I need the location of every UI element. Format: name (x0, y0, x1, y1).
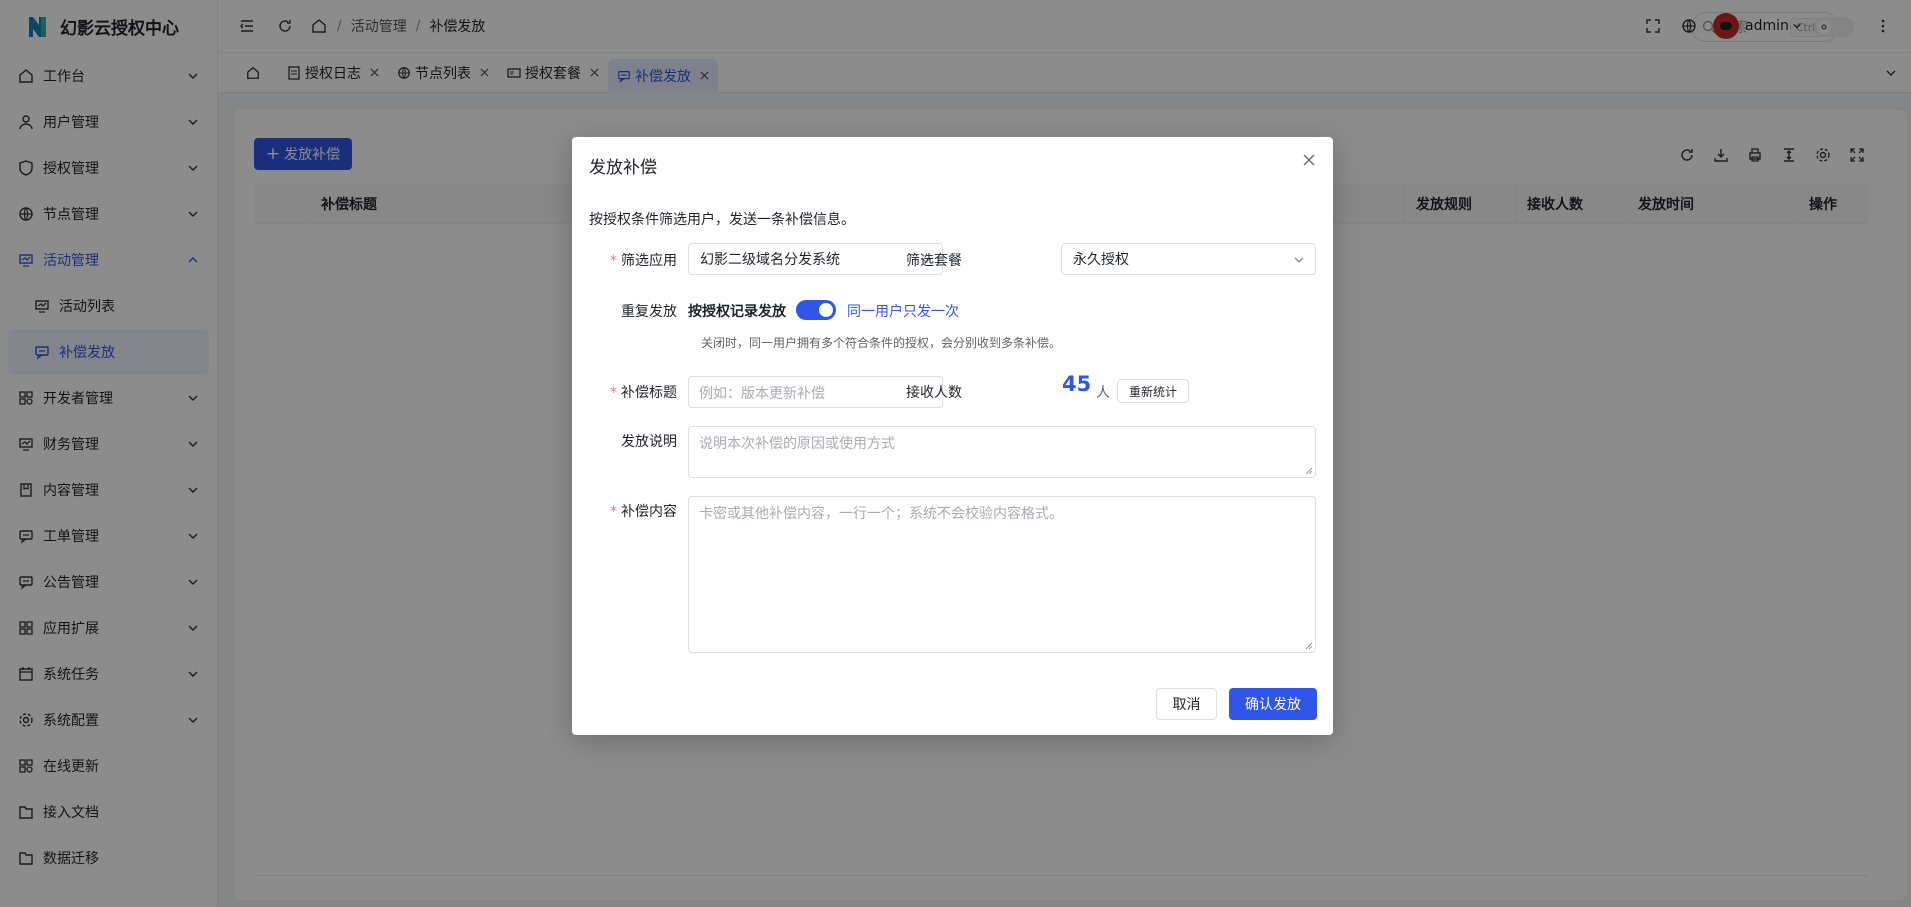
repeat-toggle[interactable] (796, 300, 836, 320)
title-label: * 补偿标题 (572, 382, 677, 402)
resize-handle-icon[interactable] (1305, 642, 1313, 650)
toggle-knob (819, 303, 833, 317)
confirm-button[interactable]: 确认发放 (1229, 688, 1317, 720)
required-mark: * (610, 253, 617, 269)
dialog-description: 按授权条件筛选用户，发送一条补偿信息。 (589, 212, 855, 228)
note-label: 发放说明 (621, 434, 677, 450)
note-textarea[interactable]: 说明本次补偿的原因或使用方式 (688, 426, 1316, 478)
repeat-option-right: 同一用户只发一次 (847, 304, 959, 320)
repeat-label: 重复发放 (621, 304, 677, 320)
filter-app-label-text: 筛选应用 (621, 253, 677, 269)
compensation-dialog: 发放补偿 按授权条件筛选用户，发送一条补偿信息。 * 筛选应用 幻影二级域名分发系… (572, 137, 1333, 735)
filter-app-label: * 筛选应用 (572, 250, 677, 270)
recipients-count: 45 (1062, 372, 1092, 396)
content-label: * 补偿内容 (572, 501, 677, 521)
recipients-label: 接收人数 (906, 385, 962, 401)
chevron-down-icon (1294, 257, 1304, 263)
content-label-text: 补偿内容 (621, 504, 677, 520)
recount-button[interactable]: 重新统计 (1117, 379, 1189, 403)
filter-plan-select[interactable]: 永久授权 (1061, 243, 1316, 275)
repeat-hint: 关闭时，同一用户拥有多个符合条件的授权，会分别收到多条补偿。 (701, 336, 1062, 350)
cancel-button[interactable]: 取消 (1156, 688, 1217, 720)
note-placeholder: 说明本次补偿的原因或使用方式 (699, 436, 895, 452)
required-mark: * (610, 385, 617, 401)
close-icon[interactable] (1301, 152, 1317, 168)
title-label-text: 补偿标题 (621, 385, 677, 401)
resize-handle-icon[interactable] (1305, 467, 1313, 475)
repeat-option-left: 按授权记录发放 (688, 304, 786, 320)
recipients-unit: 人 (1096, 385, 1110, 401)
required-mark: * (610, 504, 617, 520)
filter-plan-label: 筛选套餐 (906, 253, 962, 269)
content-textarea[interactable]: 卡密或其他补偿内容，一行一个；系统不会校验内容格式。 (688, 496, 1316, 653)
filter-app-value: 幻影二级域名分发系统 (700, 252, 840, 268)
content-placeholder: 卡密或其他补偿内容，一行一个；系统不会校验内容格式。 (699, 506, 1063, 522)
dialog-title: 发放补偿 (589, 158, 657, 178)
filter-plan-value: 永久授权 (1073, 252, 1129, 268)
